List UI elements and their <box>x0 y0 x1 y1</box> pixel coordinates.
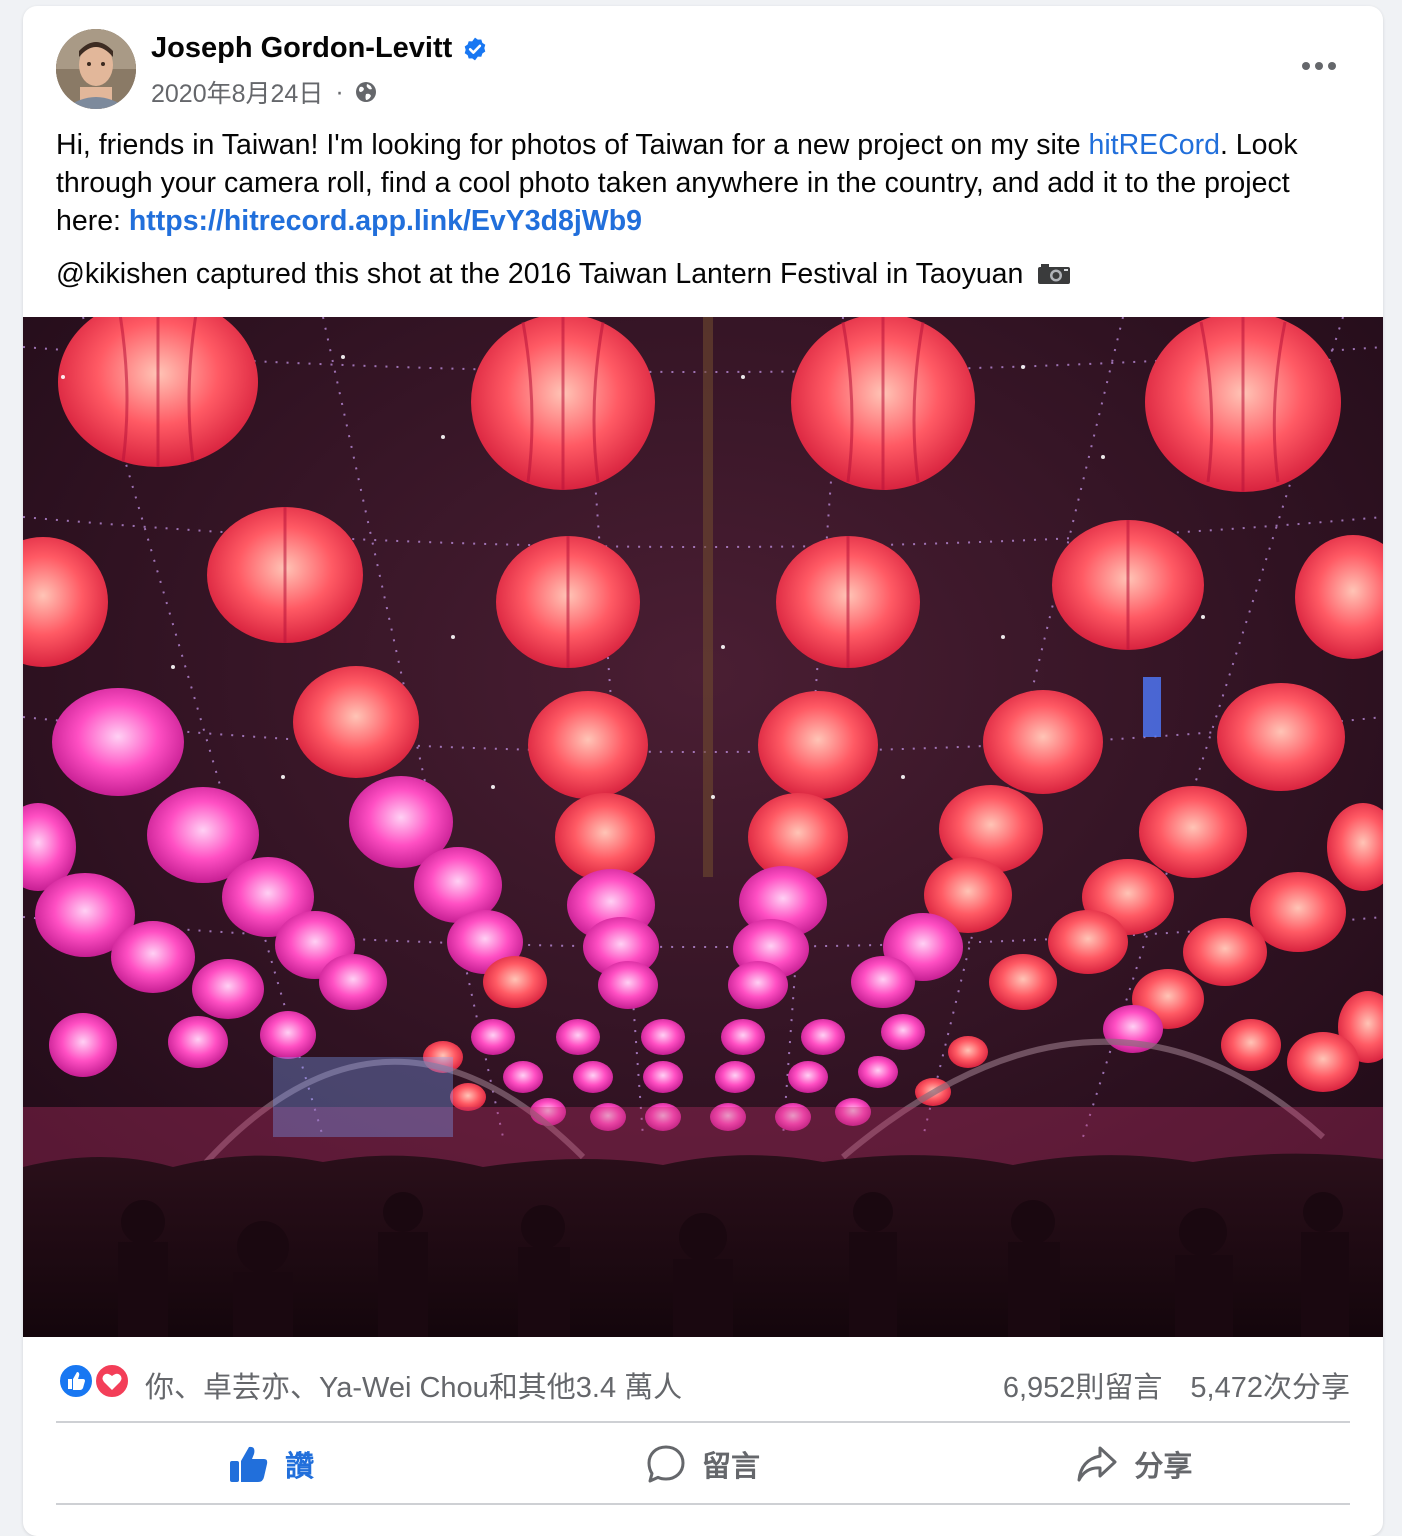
share-label: 分享 <box>1134 1451 1193 1483</box>
love-reaction-icon <box>94 1363 130 1399</box>
comment-bubble-icon <box>647 1445 685 1483</box>
like-button[interactable]: 讚 <box>56 1424 487 1504</box>
comment-label: 留言 <box>701 1451 760 1483</box>
author-name[interactable]: Joseph Gordon-Levitt <box>151 32 488 65</box>
share-arrow-icon <box>1077 1446 1117 1482</box>
like-reaction-icon <box>58 1363 94 1399</box>
post-card: Joseph Gordon-Levitt 2020年8月24日 · Hi, fr <box>23 6 1383 1536</box>
post-text-part: . <box>1219 129 1228 161</box>
post-meta: 2020年8月24日 · <box>151 74 378 110</box>
reaction-summary: 你、卓芸亦、Ya-Wei Chou和其他3.4 萬人 6,952則留言 5,47… <box>23 1351 1383 1411</box>
reactions-names[interactable]: 你、卓芸亦、Ya-Wei Chou和其他3.4 萬人 <box>145 1364 682 1406</box>
like-label: 讚 <box>285 1451 315 1483</box>
post-text: Hi, friends in Taiwan! I'm looking for p… <box>56 126 1356 308</box>
reaction-icons[interactable] <box>58 1363 132 1399</box>
project-url-link[interactable]: https://hitrecord.app.link/EvY3d8jWb9 <box>129 205 642 237</box>
more-dots-icon <box>1302 62 1336 70</box>
engagement-counts: 6,952則留言 5,472次分享 <box>1003 1364 1350 1406</box>
actions-bottom-divider <box>56 1503 1350 1505</box>
author-avatar[interactable] <box>56 29 136 109</box>
post-actions: 讚 留言 分享 <box>56 1424 1350 1504</box>
shares-count[interactable]: 5,472次分享 <box>1190 1364 1350 1406</box>
post-header: Joseph Gordon-Levitt 2020年8月24日 · <box>23 6 1383 116</box>
actions-top-divider <box>56 1421 1350 1423</box>
caption-text: @kikishen captured this shot at the 2016… <box>56 258 1024 290</box>
comments-count[interactable]: 6,952則留言 <box>1003 1364 1163 1406</box>
post-caption: @kikishen captured this shot at the 2016… <box>56 255 1356 293</box>
post-date[interactable]: 2020年8月24日 <box>151 74 323 110</box>
verified-badge-icon <box>465 37 486 60</box>
camera-icon <box>1038 264 1071 284</box>
meta-separator: · <box>335 77 344 106</box>
author-name-text[interactable]: Joseph Gordon-Levitt <box>151 32 452 65</box>
share-button[interactable]: 分享 <box>919 1424 1350 1504</box>
globe-icon <box>355 82 376 102</box>
hitrecord-link[interactable]: hitRECord <box>1088 129 1219 161</box>
post-paragraph: Hi, friends in Taiwan! I'm looking for p… <box>56 126 1356 240</box>
post-text-part: Hi, friends in Taiwan! I'm looking for p… <box>56 129 1089 161</box>
comment-button[interactable]: 留言 <box>487 1424 918 1504</box>
lantern-festival-photo[interactable] <box>23 317 1383 1337</box>
thumbs-up-icon <box>230 1446 268 1482</box>
more-options-button[interactable] <box>1295 46 1343 86</box>
